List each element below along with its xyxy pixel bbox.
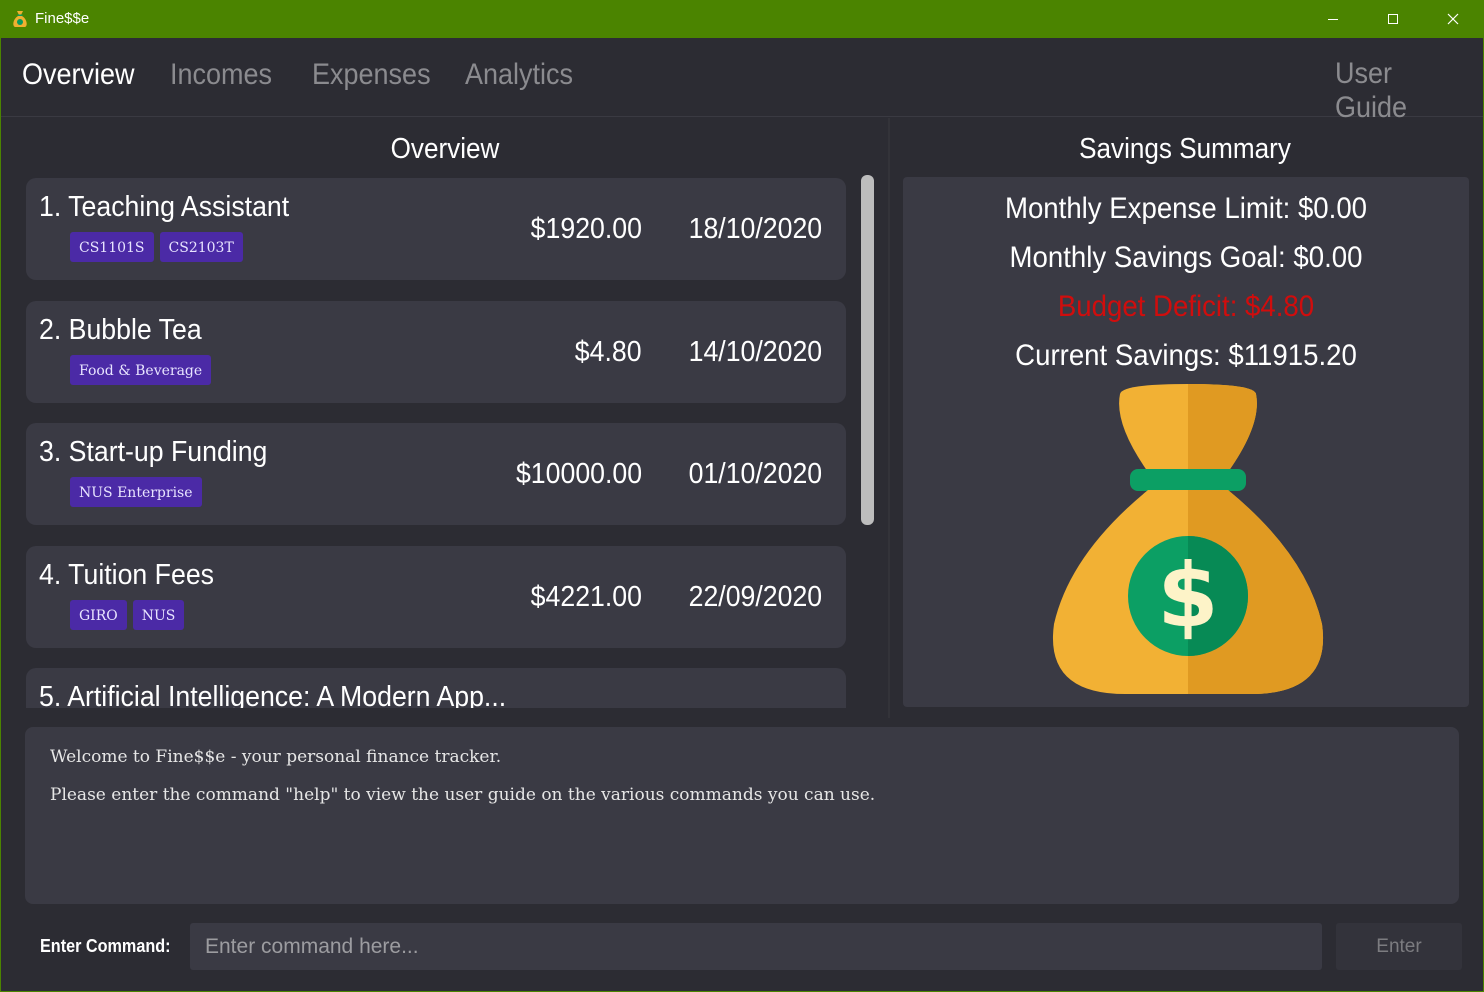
enter-button[interactable]: Enter: [1336, 923, 1462, 970]
list-item[interactable]: 2. Bubble Tea Food & Beverage $4.80 14/1…: [26, 301, 846, 403]
savings-panel-title: Savings Summary: [1079, 133, 1291, 165]
item-name: 5. Artificial Intelligence: A Modern App…: [39, 681, 507, 708]
current-savings: Current Savings: $11915.20: [1015, 339, 1357, 372]
tag-badge: NUS Enterprise: [70, 477, 202, 507]
item-date: 14/10/2020: [688, 336, 822, 368]
tab-incomes[interactable]: Incomes: [170, 58, 272, 92]
tab-analytics[interactable]: Analytics: [465, 58, 573, 92]
money-bag-icon: $: [1052, 384, 1324, 695]
item-name: 1. Teaching Assistant: [39, 191, 290, 223]
list-item[interactable]: 4. Tuition Fees GIRO NUS $4221.00 22/09/…: [26, 546, 846, 648]
user-guide-link[interactable]: User Guide: [1335, 57, 1469, 125]
result-line: Please enter the command "help" to view …: [50, 785, 876, 805]
item-date: 18/10/2020: [688, 213, 822, 245]
maximize-icon[interactable]: [1370, 0, 1416, 38]
scrollbar-thumb[interactable]: [861, 175, 874, 525]
budget-deficit: Budget Deficit: $4.80: [1057, 290, 1315, 323]
tag-badge: Food & Beverage: [70, 355, 212, 385]
item-amount: $1920.00: [530, 213, 642, 245]
panel-divider: [888, 118, 890, 718]
overview-panel-title: Overview: [390, 133, 500, 165]
minimize-icon[interactable]: [1310, 0, 1356, 38]
command-label: Enter Command:: [40, 936, 171, 956]
result-line: Welcome to Fine$$e - your personal finan…: [50, 747, 502, 767]
money-bag-icon: [13, 11, 27, 27]
tag-badge: NUS: [132, 600, 185, 630]
title-bar: Fine$$e: [0, 0, 1484, 38]
item-date: 22/09/2020: [688, 581, 822, 613]
item-amount: $10000.00: [515, 458, 642, 490]
item-date: 01/10/2020: [688, 458, 822, 490]
list-item[interactable]: 3. Start-up Funding NUS Enterprise $1000…: [26, 423, 846, 525]
monthly-savings-goal: Monthly Savings Goal: $0.00: [1009, 241, 1363, 274]
item-amount: $4221.00: [530, 581, 642, 613]
overview-list[interactable]: 1. Teaching Assistant CS1101S CS2103T $1…: [26, 170, 876, 708]
item-name: 2. Bubble Tea: [39, 314, 202, 346]
window-title: Fine$$e: [35, 10, 90, 27]
tab-expenses[interactable]: Expenses: [312, 58, 431, 92]
monthly-expense-limit: Monthly Expense Limit: $0.00: [1004, 192, 1368, 225]
item-name: 3. Start-up Funding: [39, 436, 268, 468]
list-item[interactable]: 5. Artificial Intelligence: A Modern App…: [26, 668, 846, 708]
svg-text:$: $: [1157, 544, 1218, 647]
item-amount: $4.80: [575, 336, 642, 368]
tag-badge: CS2103T: [159, 232, 243, 262]
tab-overview[interactable]: Overview: [22, 58, 135, 92]
command-input[interactable]: [190, 923, 1322, 970]
list-item[interactable]: 1. Teaching Assistant CS1101S CS2103T $1…: [26, 178, 846, 280]
tag-badge: GIRO: [70, 600, 127, 630]
close-icon[interactable]: [1430, 0, 1476, 38]
item-name: 4. Tuition Fees: [39, 559, 215, 591]
tag-badge: CS1101S: [70, 232, 154, 262]
